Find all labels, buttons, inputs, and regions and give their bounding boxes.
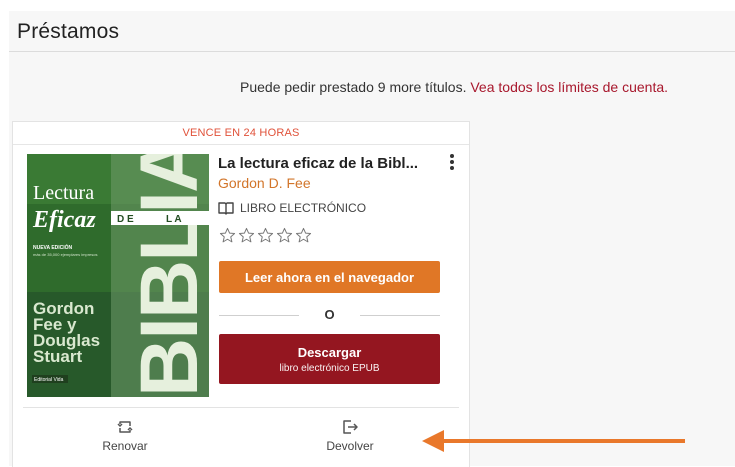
- star-icon[interactable]: [238, 227, 255, 244]
- borrow-limit-text: Puede pedir prestado 9 more títulos.: [240, 79, 471, 95]
- cover-edition: NUEVA EDICIÓN: [33, 243, 73, 251]
- renew-label: Renovar: [102, 439, 148, 453]
- due-badge: VENCE EN 24 HORAS: [13, 122, 469, 145]
- format-label: LIBRO ELECTRÓNICO: [240, 201, 367, 215]
- cover-edition-sub: más de 35,000 ejemplares impresos: [33, 252, 97, 257]
- return-button[interactable]: Devolver: [305, 418, 395, 453]
- download-button[interactable]: Descargar libro electrónico EPUB: [219, 334, 440, 384]
- book-open-icon: [218, 202, 234, 215]
- cover-word-de: D E: [117, 214, 134, 225]
- borrow-limit-message: Puede pedir prestado 9 more títulos. Vea…: [240, 79, 668, 95]
- return-icon: [343, 420, 358, 434]
- download-button-label: Descargar: [297, 344, 362, 360]
- book-cover[interactable]: BIBLIA Lectura Eficaz D E L A NUEVA EDIC…: [27, 154, 209, 397]
- annotation-arrow: [422, 430, 685, 452]
- star-rating[interactable]: [219, 227, 312, 244]
- return-label: Devolver: [326, 439, 374, 453]
- read-in-browser-button[interactable]: Leer ahora en el navegador: [219, 261, 440, 293]
- book-title[interactable]: La lectura eficaz de la Bibl...: [218, 155, 436, 172]
- page-title: Préstamos: [17, 20, 120, 43]
- card-actions-divider: [23, 407, 459, 408]
- cover-word-eficaz: Eficaz: [32, 207, 96, 233]
- star-icon[interactable]: [257, 227, 274, 244]
- renew-icon: [117, 421, 133, 433]
- star-icon[interactable]: [295, 227, 312, 244]
- more-options-icon[interactable]: [443, 152, 461, 174]
- download-format-label: libro electrónico EPUB: [279, 362, 380, 374]
- cover-author-line-4: Stuart: [33, 347, 82, 366]
- account-limits-link[interactable]: Vea todos los límites de cuenta.: [470, 79, 668, 95]
- title-divider: [9, 51, 735, 52]
- star-icon[interactable]: [219, 227, 236, 244]
- renew-button[interactable]: Renovar: [80, 418, 170, 453]
- cover-big-title: BIBLIA: [124, 154, 209, 397]
- star-icon[interactable]: [276, 227, 293, 244]
- cover-word-lectura: Lectura: [33, 182, 94, 204]
- book-cover-art: BIBLIA Lectura Eficaz D E L A NUEVA EDIC…: [27, 154, 209, 397]
- author-link[interactable]: Gordon D. Fee: [218, 175, 311, 191]
- format-row: LIBRO ELECTRÓNICO: [218, 201, 366, 215]
- cover-word-la: L A: [166, 214, 182, 225]
- cover-publisher: Editorial Vida: [34, 377, 64, 383]
- or-divider: O: [219, 307, 440, 323]
- loan-card: VENCE EN 24 HORAS BIBLIA Lectura Eficaz …: [12, 121, 470, 467]
